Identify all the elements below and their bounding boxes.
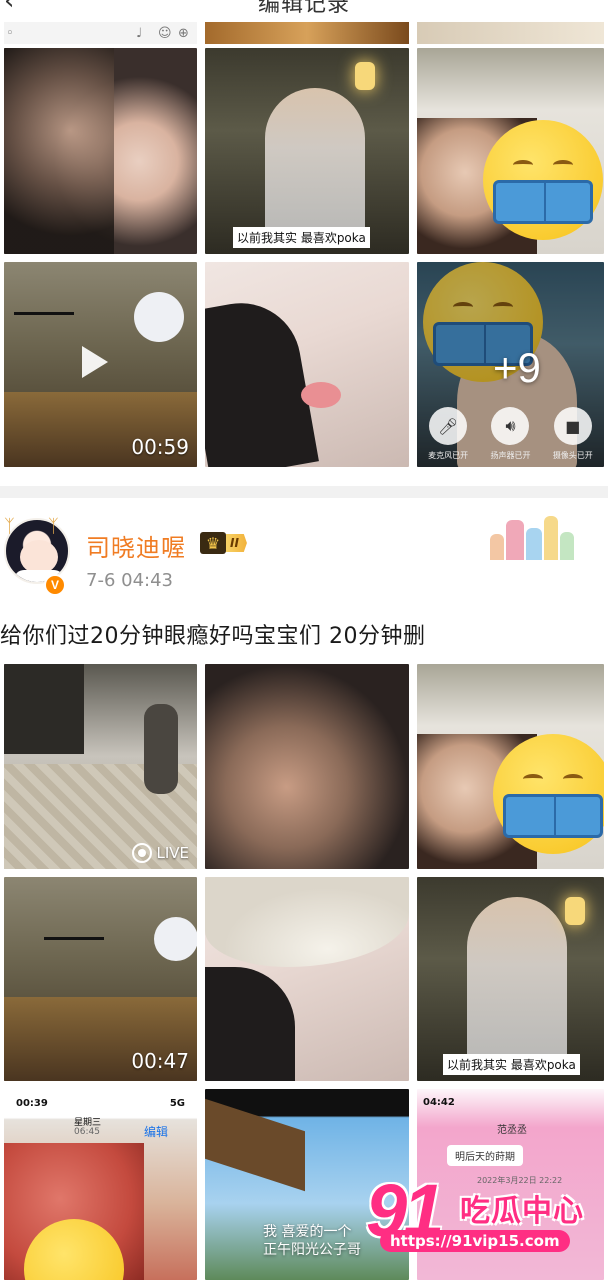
- pin-icon[interactable]: ◦: [6, 26, 14, 41]
- mic-icon: 🎤︎: [429, 407, 468, 445]
- photo-caption: 以前我其实 最喜欢poka: [233, 227, 370, 248]
- antler-icon: ᛉ: [48, 516, 59, 537]
- plus-icon[interactable]: ⊕: [178, 26, 189, 41]
- vip-level: II: [226, 534, 247, 552]
- post-timestamp: 7-6 04:43: [86, 570, 173, 591]
- photo-tile[interactable]: [417, 48, 604, 254]
- photo-tile[interactable]: [205, 262, 409, 467]
- photo-tile[interactable]: [4, 48, 197, 254]
- page-title: 编辑记录: [257, 0, 350, 17]
- video-tile[interactable]: 00:59: [4, 262, 197, 467]
- call-label: 摄像头已开: [552, 451, 593, 460]
- watermark-url: https://91vip15.com: [380, 1230, 570, 1252]
- decoration-sticker: [490, 510, 576, 560]
- post-text: 给你们过20分钟眼瘾好吗宝宝们 20分钟删: [0, 624, 426, 649]
- live-photo-tile[interactable]: LIVE: [4, 664, 197, 869]
- emoji-icon[interactable]: ☺: [158, 26, 172, 41]
- live-photo-icon: [132, 843, 153, 863]
- status-network: 5G: [169, 1097, 185, 1109]
- mic-icon[interactable]: ♩: [136, 26, 142, 41]
- call-controls: 🎤︎ 🔊︎ ■: [417, 407, 604, 445]
- call-label: 麦克风已开: [428, 451, 469, 460]
- top-bar: ‹ 编辑记录: [0, 0, 608, 20]
- more-photos-count: +9: [493, 344, 541, 391]
- status-time: 00:39: [16, 1097, 48, 1109]
- screenshot-clock: 06:45: [74, 1127, 100, 1137]
- photo-caption: 我 喜爱的一个 正午阳光公子哥: [263, 1224, 361, 1258]
- photo-tile[interactable]: [417, 664, 604, 869]
- vip-badge[interactable]: ♛ II: [200, 532, 268, 554]
- camera-icon: ■: [553, 407, 592, 445]
- screenshot-edit: 编辑: [144, 1125, 169, 1139]
- photo-tile[interactable]: 以前我其实 最喜欢poka: [205, 48, 409, 254]
- live-indicator: LIVE: [132, 843, 189, 863]
- video-tile[interactable]: 00:47: [4, 877, 197, 1081]
- play-icon[interactable]: [82, 346, 108, 378]
- emoji-sticker-icon: [493, 734, 604, 854]
- photo-tile[interactable]: 00:39 5G 星期三 06:45 编辑: [4, 1089, 197, 1280]
- antler-icon: ᛉ: [4, 516, 15, 537]
- crown-icon: ♛: [200, 532, 226, 554]
- site-watermark: 91 吃瓜中心 https://91vip15.com: [366, 1166, 590, 1262]
- photo-tile[interactable]: [205, 877, 409, 1081]
- photo-tile[interactable]: +9 🎤︎ 🔊︎ ■ 麦克风已开 扬声器已开 摄像头已开: [417, 262, 604, 467]
- post-divider: [0, 486, 608, 498]
- verified-badge: V: [44, 574, 66, 596]
- speaker-icon: 🔊︎: [491, 407, 530, 445]
- post-card: ᛉ ᛉ V 司晓迪喔 ♛ II 7-6 04:43 给你们过20分钟眼瘾好吗宝宝…: [0, 498, 608, 658]
- call-label: 扬声器已开: [490, 451, 531, 460]
- photo-tile[interactable]: 以前我其实 最喜欢poka: [417, 877, 604, 1081]
- input-toolbar-strip: ◦ ♩ ☺ ⊕: [4, 22, 197, 44]
- photo-strip: [205, 22, 409, 44]
- photo-tile[interactable]: [205, 664, 409, 869]
- watermark-name: 吃瓜中心: [460, 1194, 584, 1229]
- status-time: 04:42: [423, 1097, 455, 1108]
- chat-title: 范丞丞: [497, 1125, 527, 1136]
- video-duration: 00:59: [131, 435, 189, 459]
- chat-bubble: 明后天的莳期: [447, 1145, 523, 1166]
- video-duration: 00:47: [131, 1049, 189, 1073]
- emoji-sticker-icon: [483, 120, 603, 240]
- photo-caption: 以前我其实 最喜欢poka: [443, 1054, 580, 1075]
- photo-strip: [417, 22, 604, 44]
- username[interactable]: 司晓迪喔: [86, 528, 186, 563]
